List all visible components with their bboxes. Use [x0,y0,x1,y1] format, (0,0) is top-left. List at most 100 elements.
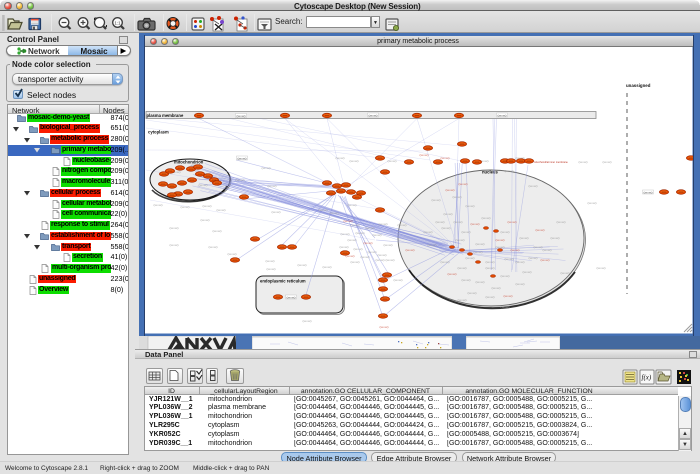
svg-text:(xx-xx): (xx-xx) [373,233,382,237]
svg-text:(xx-xx): (xx-xx) [501,305,510,309]
svg-text:(xx-xx): (xx-xx) [462,230,471,234]
svg-text:(xx-xx): (xx-xx) [501,274,510,278]
svg-text:(xx-xx): (xx-xx) [536,228,545,232]
svg-text:f(x): f(x) [642,374,652,382]
svg-text:(xx-xx): (xx-xx) [486,260,495,264]
svg-text:(xx-xx): (xx-xx) [330,211,339,215]
svg-text:(xx-xx): (xx-xx) [348,238,357,242]
svg-text:(xx-xx): (xx-xx) [336,156,345,160]
svg-text:(xx-xx): (xx-xx) [209,245,218,249]
svg-text:(xx-xx): (xx-xx) [436,220,445,224]
svg-text:(xx-xx): (xx-xx) [505,257,514,261]
svg-text:(xx-xx): (xx-xx) [170,226,179,230]
svg-text:(xx-xx): (xx-xx) [351,260,360,264]
svg-text:nucleus: nucleus [482,170,498,175]
svg-text:(xx-xx): (xx-xx) [520,236,529,240]
svg-text:(xx-xx): (xx-xx) [238,156,247,160]
svg-text:endoplasmic reticulum: endoplasmic reticulum [260,279,306,284]
svg-text:(xx-xx): (xx-xx) [428,243,437,247]
svg-text:(xx-xx): (xx-xx) [466,256,475,260]
svg-text:plasma membrane: plasma membrane [147,113,184,118]
svg-text:(xx-xx): (xx-xx) [323,265,332,269]
svg-text:(xx-xx): (xx-xx) [354,247,363,251]
svg-text:(xx-xx): (xx-xx) [348,203,357,207]
svg-text:(xx-xx): (xx-xx) [388,159,397,163]
svg-text:(xx-xx): (xx-xx) [462,278,471,282]
svg-text:(xx-xx): (xx-xx) [303,319,312,323]
svg-text:(xx-xx): (xx-xx) [459,182,468,186]
svg-text:(xx-xx): (xx-xx) [492,286,501,290]
svg-text:(xx-xx): (xx-xx) [551,236,560,240]
svg-text:(xx-xx): (xx-xx) [154,203,163,207]
svg-text:(xx-xx): (xx-xx) [350,159,359,163]
svg-text:(xx-xx): (xx-xx) [199,183,208,187]
svg-text:(xx-xx): (xx-xx) [498,113,507,117]
svg-text:(xx-xx): (xx-xx) [420,153,429,157]
svg-text:(xx-xx): (xx-xx) [474,250,483,254]
svg-text:(xx-xx): (xx-xx) [380,325,389,329]
svg-text:(xx-xx): (xx-xx) [181,205,190,209]
svg-text:(xx-xx): (xx-xx) [298,263,307,267]
svg-text:(xx-xx): (xx-xx) [217,208,226,212]
svg-text:mitochondrial inner membrane: mitochondrial inner membrane [534,161,568,164]
svg-text:(xx-xx): (xx-xx) [344,219,353,223]
svg-text:unassigned: unassigned [626,83,651,88]
svg-text:(xx-xx): (xx-xx) [341,232,350,236]
svg-text:(xx-xx): (xx-xx) [361,255,370,259]
svg-text:(xx-xx): (xx-xx) [529,256,538,260]
svg-text:(xx-xx): (xx-xx) [266,259,275,263]
svg-text:(xx-xx): (xx-xx) [486,266,495,270]
svg-text:(xx-xx): (xx-xx) [268,184,277,188]
svg-text:(xx-xx): (xx-xx) [448,272,457,276]
svg-text:(xx-xx): (xx-xx) [511,248,520,252]
svg-text:(xx-xx): (xx-xx) [644,190,653,194]
svg-text:(xx-xx): (xx-xx) [603,160,612,164]
svg-text:(xx-xx): (xx-xx) [579,160,588,164]
svg-text:(xx-xx): (xx-xx) [272,210,281,214]
svg-text:(xx-xx): (xx-xx) [442,226,451,230]
svg-text:(xx-xx): (xx-xx) [534,245,543,249]
svg-text:(xx-xx): (xx-xx) [351,223,360,227]
svg-text:(xx-xx): (xx-xx) [379,222,388,226]
svg-text:(xx-xx): (xx-xx) [446,188,455,192]
svg-text:(xx-xx): (xx-xx) [203,204,212,208]
svg-text:(xx-xx): (xx-xx) [398,223,407,227]
svg-text:(xx-xx): (xx-xx) [319,208,328,212]
svg-text:cytoplasm: cytoplasm [148,130,169,135]
svg-text:(xx-xx): (xx-xx) [267,267,276,271]
svg-text:(xx-xx): (xx-xx) [406,248,415,252]
svg-text:(xx-xx): (xx-xx) [228,252,237,256]
svg-text:(xx-xx): (xx-xx) [424,230,433,234]
svg-text:(xx-xx): (xx-xx) [557,220,566,224]
svg-text:(xx-xx): (xx-xx) [441,260,450,264]
svg-text:(xx-xx): (xx-xx) [523,270,532,274]
svg-text:(xx-xx): (xx-xx) [378,253,387,257]
svg-text:(xx-xx): (xx-xx) [541,258,550,262]
svg-text:(xx-xx): (xx-xx) [529,184,538,188]
svg-text:(xx-xx): (xx-xx) [201,218,210,222]
svg-text:1:1: 1:1 [115,20,122,25]
svg-text:(xx-xx): (xx-xx) [340,245,349,249]
svg-text:(xx-xx): (xx-xx) [376,258,385,262]
svg-text:(xx-xx): (xx-xx) [496,238,505,242]
svg-text:(xx-xx): (xx-xx) [468,291,477,295]
svg-text:(xx-xx): (xx-xx) [432,198,441,202]
svg-text:(xx-xx): (xx-xx) [237,114,246,118]
svg-text:(xx-xx): (xx-xx) [476,280,485,284]
svg-text:(xx-xx): (xx-xx) [504,294,513,298]
svg-text:(xx-xx): (xx-xx) [482,216,491,220]
svg-text:(xx-xx): (xx-xx) [444,212,453,216]
svg-text:(xx-xx): (xx-xx) [456,238,465,242]
svg-text:(xx-xx): (xx-xx) [508,220,517,224]
svg-text:(xx-xx): (xx-xx) [394,278,403,282]
svg-text:(xx-xx): (xx-xx) [561,271,570,275]
svg-text:(xx-xx): (xx-xx) [597,266,606,270]
svg-text:(xx-xx): (xx-xx) [516,260,525,264]
svg-text:(xx-xx): (xx-xx) [287,295,296,299]
svg-text:(xx-xx): (xx-xx) [501,230,510,234]
svg-text:(xx-xx): (xx-xx) [453,195,462,199]
svg-text:(xx-xx): (xx-xx) [516,282,525,286]
svg-text:(xx-xx): (xx-xx) [364,241,373,245]
svg-text:(xx-xx): (xx-xx) [486,295,495,299]
svg-text:(xx-xx): (xx-xx) [213,229,222,233]
